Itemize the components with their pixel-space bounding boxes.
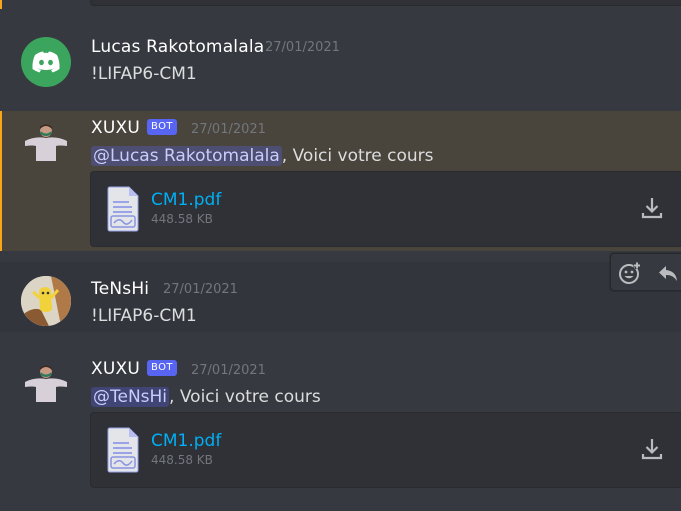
message-xuxu-2: XUXU BOT 27/01/2021 @TeNsHi, Voici votre… — [0, 352, 681, 511]
file-name-link[interactable]: CM1.pdf — [151, 190, 221, 210]
file-attachment: CM1.pdf 448.58 KB — [90, 412, 681, 488]
message-content: !LIFAP6-CM1 — [91, 64, 197, 84]
message-content: !LIFAP6-CM1 — [91, 306, 197, 326]
avatar[interactable] — [21, 360, 71, 410]
bot-tag: BOT — [147, 360, 177, 376]
author-name[interactable]: TeNsHi — [91, 279, 149, 299]
file-attachment: CM1.pdf 448.58 KB — [90, 171, 681, 247]
banana-avatar-icon — [21, 276, 71, 326]
download-icon[interactable] — [640, 437, 664, 461]
author-name[interactable]: XUXU — [91, 118, 140, 138]
message-tenshi: TeNsHi 27/01/2021 !LIFAP6-CM1 — [0, 262, 681, 332]
person-avatar-icon — [25, 124, 67, 161]
timestamp: 27/01/2021 — [191, 363, 266, 378]
file-size: 448.58 KB — [151, 453, 213, 467]
add-reaction-icon[interactable] — [618, 261, 642, 285]
download-icon[interactable] — [640, 196, 664, 220]
message-lucas: Lucas Rakotomalala 27/01/2021 !LIFAP6-CM… — [0, 28, 681, 108]
avatar[interactable] — [21, 37, 71, 87]
previous-attachment — [90, 0, 681, 6]
author-name[interactable]: Lucas Rakotomalala — [91, 37, 264, 57]
user-mention[interactable]: @Lucas Rakotomalala — [91, 146, 282, 166]
user-mention[interactable]: @TeNsHi — [91, 387, 170, 407]
timestamp: 27/01/2021 — [191, 122, 266, 137]
pdf-file-icon — [107, 427, 139, 473]
message-content: @Lucas Rakotomalala, Voici votre cours — [91, 146, 434, 166]
avatar[interactable] — [21, 276, 71, 326]
discord-logo-icon — [32, 51, 60, 73]
file-name-link[interactable]: CM1.pdf — [151, 431, 221, 451]
author-name[interactable]: XUXU — [91, 359, 140, 379]
message-text: , Voici votre cours — [169, 387, 321, 407]
message-content: @TeNsHi, Voici votre cours — [91, 387, 321, 407]
timestamp: 27/01/2021 — [163, 282, 238, 297]
person-avatar-icon — [25, 365, 67, 402]
message-xuxu-1: XUXU BOT 27/01/2021 @Lucas Rakotomalala,… — [0, 111, 681, 251]
message-action-toolbar — [610, 253, 681, 291]
pdf-file-icon — [107, 186, 139, 232]
file-size: 448.58 KB — [151, 212, 213, 226]
timestamp: 27/01/2021 — [265, 40, 340, 55]
message-text: , Voici votre cours — [281, 146, 434, 166]
reply-icon[interactable] — [656, 261, 680, 285]
previous-mention-bar — [0, 0, 2, 9]
bot-tag: BOT — [147, 119, 177, 135]
avatar[interactable] — [21, 119, 71, 169]
